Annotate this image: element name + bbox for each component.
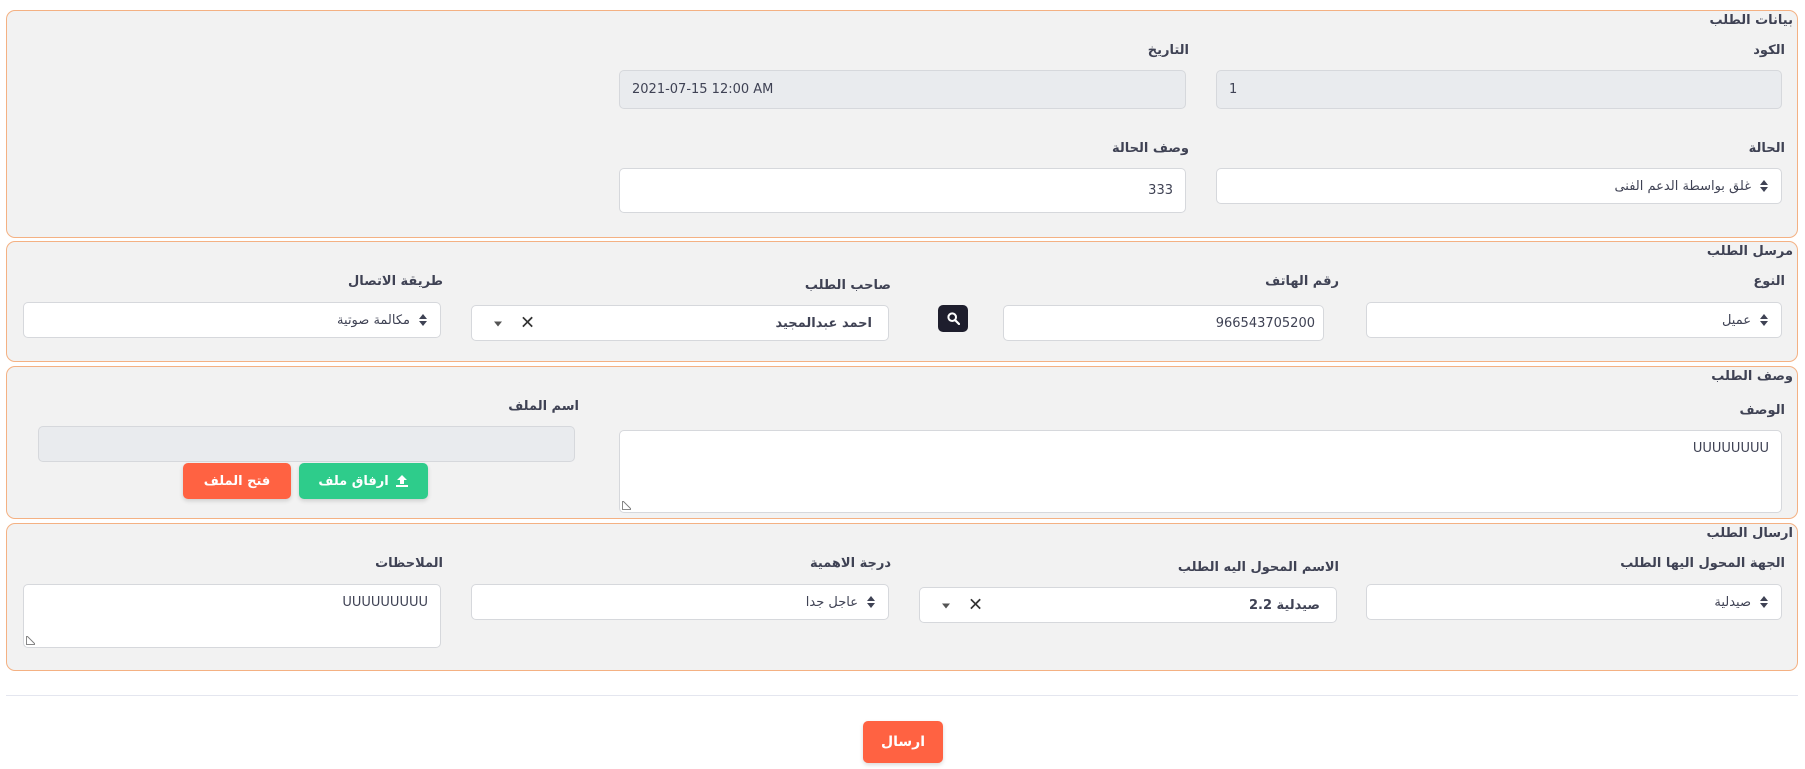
date-label: التاريخ: [1147, 43, 1189, 58]
assignee-value: صيدلية 2.2: [1248, 597, 1320, 613]
sender-legend: مرسل الطلب: [1706, 244, 1793, 259]
contact-label: طريقة الاتصال: [348, 274, 443, 289]
clear-icon[interactable]: ✕: [968, 595, 983, 616]
contact-select[interactable]: مكالمة صوتية: [23, 302, 441, 338]
select-arrows-icon: [418, 313, 428, 327]
search-icon: [946, 312, 960, 325]
resize-handle-icon[interactable]: [26, 636, 35, 645]
notes-label: الملاحظات: [375, 556, 443, 571]
clear-icon[interactable]: ✕: [520, 313, 535, 334]
desc-textarea[interactable]: UUUUUUUU: [619, 430, 1782, 513]
type-label: النوع: [1753, 274, 1785, 289]
chevron-down-icon[interactable]: [494, 321, 502, 327]
resize-handle-icon[interactable]: [622, 501, 631, 510]
search-button[interactable]: [938, 305, 968, 332]
attach-file-label: ارفاق ملف: [318, 473, 389, 489]
dispatch-legend: ارسال الطلب: [1706, 526, 1793, 541]
status-desc-value: 333: [1148, 183, 1173, 198]
submit-label: ارسال: [880, 734, 926, 750]
status-label: الحالة: [1748, 141, 1785, 156]
select-arrows-icon: [1759, 595, 1769, 609]
code-value: 1: [1229, 82, 1238, 97]
owner-value: احمد عبدالمجيد: [775, 315, 872, 331]
code-label: الكود: [1753, 43, 1785, 58]
open-file-button[interactable]: فتح الملف: [183, 463, 291, 499]
file-name-field[interactable]: [38, 426, 575, 462]
date-value: 2021-07-15 12:00 AM: [632, 82, 774, 97]
priority-select[interactable]: عاجل جدا: [471, 584, 889, 620]
type-select[interactable]: عميل: [1366, 302, 1782, 338]
phone-label: رقم الهاتف: [1265, 274, 1339, 289]
request-data-legend: بيانات الطلب: [1709, 13, 1794, 28]
description-panel: وصف الطلب الوصف UUUUUUUU اسم الملف ارفاق…: [6, 366, 1798, 519]
attach-file-button[interactable]: ارفاق ملف: [299, 463, 428, 499]
sender-panel: مرسل الطلب النوع عميل رقم الهاتف 9665437…: [6, 241, 1798, 362]
owner-combobox[interactable]: احمد عبدالمجيد ✕: [471, 305, 889, 341]
request-data-panel: بيانات الطلب الكود 1 التاريخ 2021-07-15 …: [6, 10, 1798, 238]
desc-label: الوصف: [1739, 403, 1785, 418]
select-arrows-icon: [1759, 313, 1769, 327]
description-legend: وصف الطلب: [1711, 369, 1793, 384]
notes-value: UUUUUUUUU: [342, 595, 428, 610]
chevron-down-icon[interactable]: [942, 603, 950, 609]
dest-value: صيدلية: [1714, 594, 1751, 610]
date-field[interactable]: 2021-07-15 12:00 AM: [619, 70, 1186, 109]
form-divider: [6, 695, 1798, 696]
select-arrows-icon: [1759, 179, 1769, 193]
file-name-label: اسم الملف: [508, 399, 579, 414]
upload-icon: [395, 475, 408, 487]
dispatch-panel: ارسال الطلب الجهة المحول اليها الطلب صيد…: [6, 523, 1798, 671]
status-value: غلق بواسطة الدعم الفنى: [1614, 178, 1751, 194]
status-desc-field[interactable]: 333: [619, 168, 1186, 213]
phone-value: 966543705200: [1215, 315, 1315, 331]
owner-label: صاحب الطلب: [804, 278, 891, 293]
code-field[interactable]: 1: [1216, 70, 1782, 109]
open-file-label: فتح الملف: [203, 473, 271, 489]
dest-select[interactable]: صيدلية: [1366, 584, 1782, 620]
assignee-label: الاسم المحول اليه الطلب: [1177, 560, 1339, 575]
select-arrows-icon: [866, 595, 876, 609]
assignee-combobox[interactable]: صيدلية 2.2 ✕: [919, 587, 1337, 623]
desc-value: UUUUUUUU: [1692, 441, 1769, 456]
submit-button[interactable]: ارسال: [863, 721, 943, 763]
dest-label: الجهة المحول اليها الطلب: [1620, 556, 1785, 571]
notes-textarea[interactable]: UUUUUUUUU: [23, 584, 441, 648]
status-desc-label: وصف الحالة: [1111, 141, 1189, 156]
status-select[interactable]: غلق بواسطة الدعم الفنى: [1216, 168, 1782, 204]
type-value: عميل: [1721, 312, 1751, 328]
priority-label: درجة الاهمية: [810, 556, 891, 571]
phone-field[interactable]: 966543705200: [1003, 305, 1324, 341]
